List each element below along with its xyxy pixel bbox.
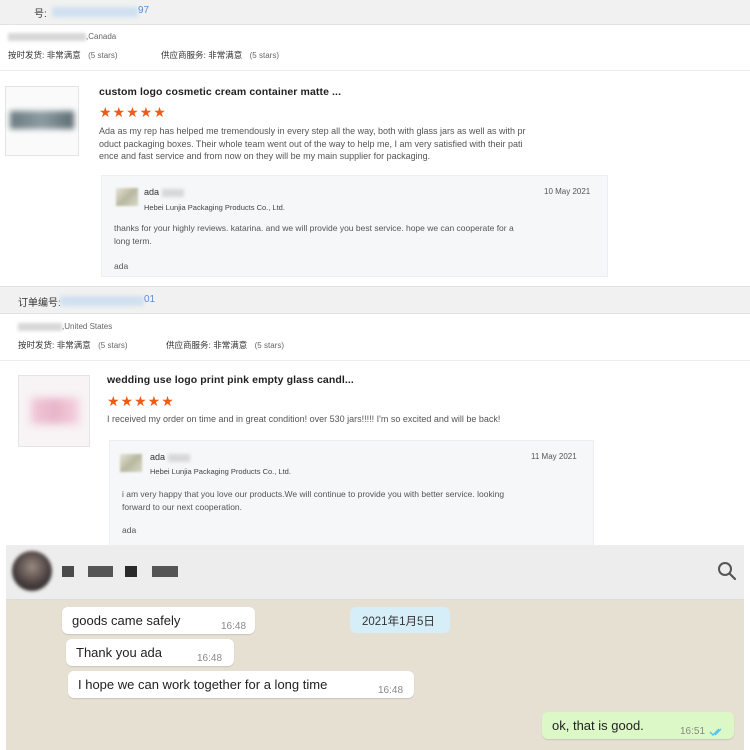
reply-company: Hebei Lunjia Packaging Products Co., Ltd…	[150, 467, 291, 476]
order-header-1: 号: 97	[0, 0, 750, 25]
double-check-icon	[709, 728, 722, 736]
buyer-name-redacted	[8, 33, 86, 41]
date-divider: 2021年1月5日	[350, 607, 450, 633]
order-number-label: 订单编号:	[18, 298, 61, 309]
contact-name-redacted	[62, 566, 74, 577]
contact-name-redacted	[88, 566, 113, 577]
rating-shipping: 按时发货: 非常满意 (5 stars)	[18, 340, 128, 350]
message-outgoing[interactable]: ok, that is good. 16:51	[542, 712, 734, 739]
order-number-label: 号:	[34, 9, 47, 20]
message-incoming[interactable]: I hope we can work together for a long t…	[68, 671, 414, 698]
supplier-reply: ada Hebei Lunjia Packaging Products Co.,…	[109, 440, 594, 546]
avatar	[120, 454, 142, 472]
supplier-reply: ada Hebei Lunjia Packaging Products Co.,…	[101, 175, 608, 277]
reply-signature: ada	[114, 261, 129, 271]
rating-shipping: 按时发货: 非常满意 (5 stars)	[8, 50, 118, 60]
divider	[0, 70, 750, 71]
buyer-name-redacted	[18, 323, 62, 331]
order-number-suffix: 01	[144, 294, 156, 305]
product-title[interactable]: wedding use logo print pink empty glass …	[107, 374, 354, 386]
order-number-redacted	[60, 296, 144, 306]
star-rating: ★★★★★	[99, 104, 167, 120]
review-text: Ada as my rep has helped me tremendously…	[99, 126, 526, 161]
product-title[interactable]: custom logo cosmetic cream container mat…	[99, 86, 341, 98]
reply-author: ada	[144, 187, 160, 197]
reply-text: thanks for your highly reviews. katarina…	[114, 223, 514, 246]
message-time: 16:48	[221, 621, 247, 632]
order-header-2: 订单编号: 01	[0, 286, 750, 314]
reply-company: Hebei Lunjia Packaging Products Co., Ltd…	[144, 203, 285, 212]
product-thumbnail[interactable]	[18, 375, 90, 447]
order-number-redacted	[52, 7, 138, 17]
message-time: 16:48	[197, 653, 223, 664]
divider	[0, 360, 750, 361]
star-rating: ★★★★★	[107, 393, 175, 409]
product-image-blurred	[10, 111, 74, 129]
product-image-blurred	[31, 398, 79, 424]
author-name-redacted	[162, 189, 184, 197]
author-name-redacted	[168, 454, 190, 462]
contact-name-redacted	[152, 566, 178, 577]
order-number-suffix: 97	[138, 5, 150, 16]
reply-date: 10 May 2021	[544, 187, 591, 196]
chat-header	[6, 545, 744, 600]
avatar	[116, 188, 138, 206]
buyer-country: ,Canada	[86, 32, 117, 41]
reply-author: ada	[150, 452, 166, 462]
review-text: I received my order on time and in great…	[107, 414, 501, 424]
message-incoming[interactable]: goods came safely 16:48	[62, 607, 255, 634]
reply-signature: ada	[122, 525, 137, 535]
rating-service: 供应商服务: 非常满意 (5 stars)	[166, 340, 284, 350]
reply-text: i am very happy that you love our produc…	[122, 489, 505, 512]
rating-service: 供应商服务: 非常满意 (5 stars)	[161, 50, 279, 60]
message-time: 16:51	[680, 726, 706, 737]
reply-date: 11 May 2021	[531, 452, 577, 461]
contact-name-redacted	[125, 566, 137, 577]
chat-window: 2021年1月5日 goods came safely 16:48 Thank …	[6, 545, 744, 750]
product-thumbnail[interactable]	[5, 86, 79, 156]
message-time: 16:48	[378, 685, 404, 696]
search-icon[interactable]	[717, 561, 737, 581]
contact-avatar[interactable]	[12, 551, 52, 591]
message-incoming[interactable]: Thank you ada 16:48	[66, 639, 234, 666]
buyer-country: ,United States	[62, 322, 113, 331]
